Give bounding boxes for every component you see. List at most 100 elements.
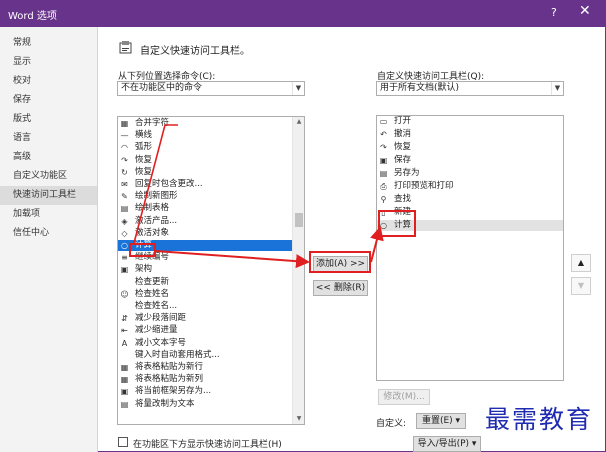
available-commands-list[interactable]: ▦ 合并字符 — 横线 ◠ 弧形 ↷ 恢复 ↻ 恢复 ✉ 回复时包含更改... ✎ 绘制新图形 ▤ 绘制表格 ◈… — [117, 116, 305, 425]
remove-button[interactable]: << 删除(R) — [313, 280, 368, 296]
toolbar-command-item[interactable]: ↶ 撤消 — [377, 129, 563, 140]
decrease-spacing-icon: ⇵ — [121, 314, 128, 324]
command-item-label: 回复时包含更改... — [135, 179, 203, 189]
sidebar-item-label: 保存 — [13, 95, 32, 105]
undo-icon: ↶ — [380, 130, 387, 139]
command-item-label: 减小文本字号 — [135, 337, 187, 348]
sidebar-item-general[interactable]: 常规 — [0, 34, 97, 53]
command-item-label: 检查更新 — [135, 276, 170, 287]
sidebar-item-label: 高级 — [13, 152, 32, 162]
toolbar-command-item[interactable]: ▤ 另存为 — [377, 168, 563, 179]
command-item[interactable]: ⇵ 减少段落间距 — [118, 313, 293, 324]
command-item-label: 恢复 — [135, 154, 153, 165]
command-item[interactable]: 检查姓名... — [118, 301, 293, 312]
reset-button[interactable]: 重置(E) ▾ — [416, 413, 466, 429]
command-item[interactable]: ▦ 将表格粘贴为新列 — [118, 374, 293, 385]
open-folder-icon: ▭ — [379, 117, 388, 126]
command-item[interactable]: 检查更新 — [118, 277, 293, 288]
choose-commands-value: 不在功能区中的命令 — [121, 83, 203, 93]
import-export-button[interactable]: 导入/导出(P) ▾ — [413, 436, 481, 452]
command-item[interactable]: ▤ 绘制表格 — [118, 203, 293, 214]
activate-icon: ◈ — [121, 216, 128, 226]
page-title: 自定义快速访问工具栏。 — [140, 46, 250, 57]
toolbar-command-item-label: 查找 — [394, 194, 412, 204]
shrink-font-icon: A — [121, 338, 128, 348]
autoformat-icon — [120, 351, 129, 360]
command-item-label: 恢复 — [135, 166, 153, 177]
command-item[interactable]: ◠ 弧形 — [118, 142, 293, 153]
sidebar-item-language[interactable]: 语言 — [0, 129, 97, 148]
move-up-button[interactable]: ▲ — [571, 254, 591, 272]
toolbar-command-item[interactable]: ↷ 恢复 — [377, 142, 563, 153]
command-item[interactable]: ▤ 将量改制为文本 — [118, 399, 293, 410]
command-item-label: 检查姓名 — [135, 288, 170, 299]
sidebar-item-proofing[interactable]: 校对 — [0, 72, 97, 91]
save-frame-icon: ▣ — [120, 387, 129, 397]
command-item[interactable]: ↻ 恢复 — [118, 167, 293, 178]
sidebar-item-addins[interactable]: 加载项 — [0, 205, 97, 224]
sidebar-item-save[interactable]: 保存 — [0, 91, 97, 110]
command-item[interactable]: ▦ 合并字符 — [118, 118, 293, 129]
check-names-icon: ☺ — [120, 289, 129, 299]
sidebar-item-label: 校对 — [13, 76, 32, 86]
chevron-down-icon: ▼ — [551, 82, 563, 95]
sidebar-item-label: 加载项 — [13, 209, 41, 219]
command-item[interactable]: ✉ 回复时包含更改... — [118, 179, 293, 190]
merge-chars-icon: ▦ — [120, 119, 129, 128]
command-item-label: 检查姓名... — [135, 301, 178, 311]
command-item-label: 激活产品... — [135, 215, 178, 226]
command-item[interactable]: ▣ 将当前框架另存为... — [118, 386, 293, 397]
draw-shape-icon: ✎ — [121, 192, 128, 202]
toolbar-command-item-label: 另存为 — [394, 168, 420, 178]
help-button[interactable]: ? — [551, 6, 557, 19]
quick-access-toolbar-icon — [118, 40, 134, 56]
command-item[interactable]: ▣ 架构 — [118, 264, 293, 275]
scroll-thumb[interactable] — [295, 213, 303, 227]
command-item[interactable]: ◇ 激活对象 — [118, 228, 293, 239]
command-item[interactable]: 键入时自动套用格式... — [118, 350, 293, 361]
document-scope-value: 用于所有文档(默认) — [380, 83, 460, 93]
move-down-button[interactable]: ▼ — [571, 277, 591, 295]
command-item[interactable]: ◈ 激活产品... — [118, 216, 293, 227]
command-item[interactable]: — 横线 — [118, 130, 293, 141]
command-item[interactable]: ☺ 检查姓名 — [118, 289, 293, 300]
save-as-icon: ▤ — [379, 169, 388, 178]
find-icon: ⚲ — [380, 195, 387, 204]
scroll-up-icon[interactable]: ▲ — [293, 117, 305, 127]
command-item-label: 将表格粘贴为新列 — [135, 374, 204, 385]
command-item[interactable]: ✎ 绘制新图形 — [118, 191, 293, 202]
toolbar-command-item[interactable]: ▣ 保存 — [377, 155, 563, 166]
command-item[interactable]: A 减小文本字号 — [118, 338, 293, 349]
toolbar-command-item-label: 保存 — [394, 155, 412, 165]
sidebar-item-quick-access-toolbar[interactable]: 快速访问工具栏 — [0, 186, 97, 205]
choose-commands-dropdown[interactable]: 不在功能区中的命令 ▼ — [117, 81, 305, 96]
sidebar-item-customize-ribbon[interactable]: 自定义功能区 — [0, 167, 97, 186]
show-below-ribbon-checkbox[interactable] — [118, 437, 128, 447]
sidebar-item-layout[interactable]: 版式 — [0, 110, 97, 129]
command-item[interactable]: ↷ 恢复 — [118, 155, 293, 166]
paste-cols-icon: ▦ — [120, 375, 129, 385]
sidebar-item-advanced[interactable]: 高级 — [0, 148, 97, 167]
command-item-label: 绘制新图形 — [135, 191, 178, 202]
scroll-down-icon[interactable]: ▼ — [293, 414, 305, 424]
modify-button[interactable]: 修改(M)... — [378, 389, 430, 405]
command-item[interactable]: ⇤ 减少缩进量 — [118, 325, 293, 336]
continue-numbering-icon: ≡ — [121, 253, 128, 263]
sidebar-item-label: 版式 — [13, 114, 32, 124]
command-item-label: 减少段落间距 — [135, 313, 187, 324]
sidebar-item-label: 自定义功能区 — [13, 171, 68, 181]
redo-icon: ↷ — [380, 143, 387, 152]
toolbar-command-item[interactable]: ⚲ 查找 — [377, 194, 563, 205]
command-item[interactable]: ▦ 将表格粘贴为新行 — [118, 362, 293, 373]
toolbar-commands-list[interactable]: ▭ 打开 ↶ 撤消 ↷ 恢复 ▣ 保存 ▤ 另存为 ⎙ 打印预览和打印 ⚲ 查找 ▯ 新建 ○ 计算 — [376, 115, 564, 381]
close-button[interactable]: ✕ — [579, 4, 591, 18]
sidebar-item-display[interactable]: 显示 — [0, 53, 97, 72]
sidebar-item-trust-center[interactable]: 信任中心 — [0, 224, 97, 243]
toolbar-command-item[interactable]: ⎙ 打印预览和打印 — [377, 181, 563, 192]
command-item-label: 激活对象 — [135, 227, 170, 238]
toolbar-command-item[interactable]: ▭ 打开 — [377, 116, 563, 127]
command-item-label: 横线 — [135, 130, 153, 141]
available-commands-scrollbar[interactable]: ▲ ▼ — [292, 117, 304, 424]
document-scope-dropdown[interactable]: 用于所有文档(默认) ▼ — [376, 81, 564, 96]
horizontal-line-icon: — — [120, 131, 129, 141]
